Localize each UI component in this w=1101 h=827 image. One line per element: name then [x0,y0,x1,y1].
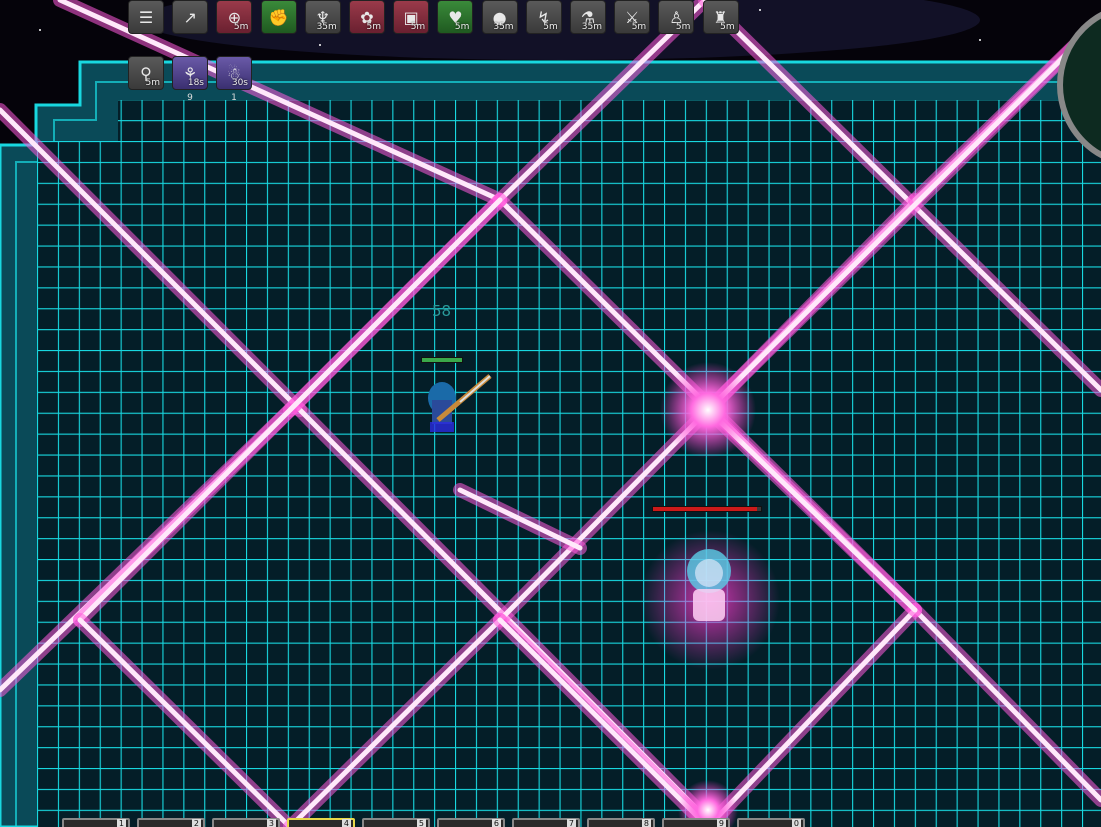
hotbar-key-label: 5 [416,819,426,827]
buff-sword[interactable]: ⚔ 5m [614,0,651,34]
hotbar-slot-4[interactable]: 4 [287,818,355,827]
hotbar-key-label: 8 [641,819,651,827]
buff-timer: 5m [366,22,382,32]
buff-swing[interactable]: ↯ 5m [525,0,562,34]
buff-timer: 30s [231,78,248,88]
buff-timer: 35m [581,22,602,32]
buff-timer: 5m [233,22,249,32]
buff-tower[interactable]: ♜ 5m [702,0,739,34]
boss-health-bar [652,506,762,512]
buff-ghost[interactable]: ☃ 30s [216,56,252,90]
fist-icon: ✊ [268,7,289,27]
hotbar-slot-2[interactable]: 2 [137,818,205,827]
hotbar-slot-8[interactable]: 8 [587,818,655,827]
buff-timer: 5m [720,22,735,32]
hotbar-slot-9[interactable]: 9 [662,818,730,827]
hotbar-key-label: 4 [341,819,351,827]
buff-timer: 5m [410,22,426,32]
hotbar-slot-3[interactable]: 3 [212,818,280,827]
buff-timer: 5m [675,22,691,32]
hotbar-key-label: 9 [716,819,726,827]
buff-quest-list[interactable]: ☰ [128,0,164,34]
hotbar-slot-1[interactable]: 1 [62,818,130,827]
buff-box[interactable]: ▣ 5m [393,0,430,34]
buff-party-up[interactable]: ↗ [172,0,209,34]
buff-wheat[interactable]: ♆ 35m [304,0,341,34]
buff-flower[interactable]: ✿ 5m [349,0,385,34]
boss-health-fill [653,507,757,511]
hotbar-slot-5[interactable]: 5 [362,818,430,827]
buff-fist[interactable]: ✊ [260,0,297,34]
buff-timer: 5m [543,22,558,32]
buff-heart[interactable]: ♥ 5m [437,0,474,34]
buff-crosshair[interactable]: ⊕ 5m [216,0,253,34]
player-health-fill [422,358,462,362]
player-health-bar [421,357,463,363]
hotbar-key-label: 2 [191,819,201,827]
buff-figure[interactable]: ♙ 5m [658,0,695,34]
buff-timer: 5m [145,78,161,88]
hotbar-slot-0[interactable]: 0 [737,818,805,827]
buff-potion[interactable]: ⚗ 35m [570,0,606,34]
buff-timer: 18s [187,78,204,88]
quest-list-icon: ☰ [138,7,154,27]
game-viewport[interactable]: ☰ ↗ ⊕ 5m ✊ ♆ 35m ✿ 5m ▣ 5m ♥ 5m ● 35m ↯ 5m ⚗ 35m ⚔ 5m ♙ 5m ♜ 5m … [0,0,1101,827]
hotbar-key-label: 1 [116,819,126,827]
hotbar-key-label: 7 [566,819,576,827]
buff-stack-count: 9 [187,93,193,103]
arena [0,0,1101,827]
buff-timer: 5m [454,22,470,32]
buff-runner[interactable]: ⚲ 5m [128,56,164,90]
player-character[interactable] [420,370,500,440]
hotbar-key-label: 0 [791,819,801,827]
boss-character[interactable] [675,545,745,625]
hotbar-key-label: 3 [266,819,276,827]
hotbar-key-label: 6 [491,819,501,827]
damage-number: 58 [432,302,452,320]
party-up-icon: ↗ [183,7,197,27]
buff-feather[interactable]: ⚘ 18s [172,56,208,90]
buff-orb[interactable]: ● 35m [481,0,518,34]
buff-stack-count: 1 [231,93,237,103]
buff-timer: 5m [631,22,647,32]
hotbar-slot-7[interactable]: 7 [512,818,580,827]
buff-timer: 35m [316,22,337,32]
hotbar-slot-6[interactable]: 6 [437,818,505,827]
buff-timer: 35m [493,22,514,32]
